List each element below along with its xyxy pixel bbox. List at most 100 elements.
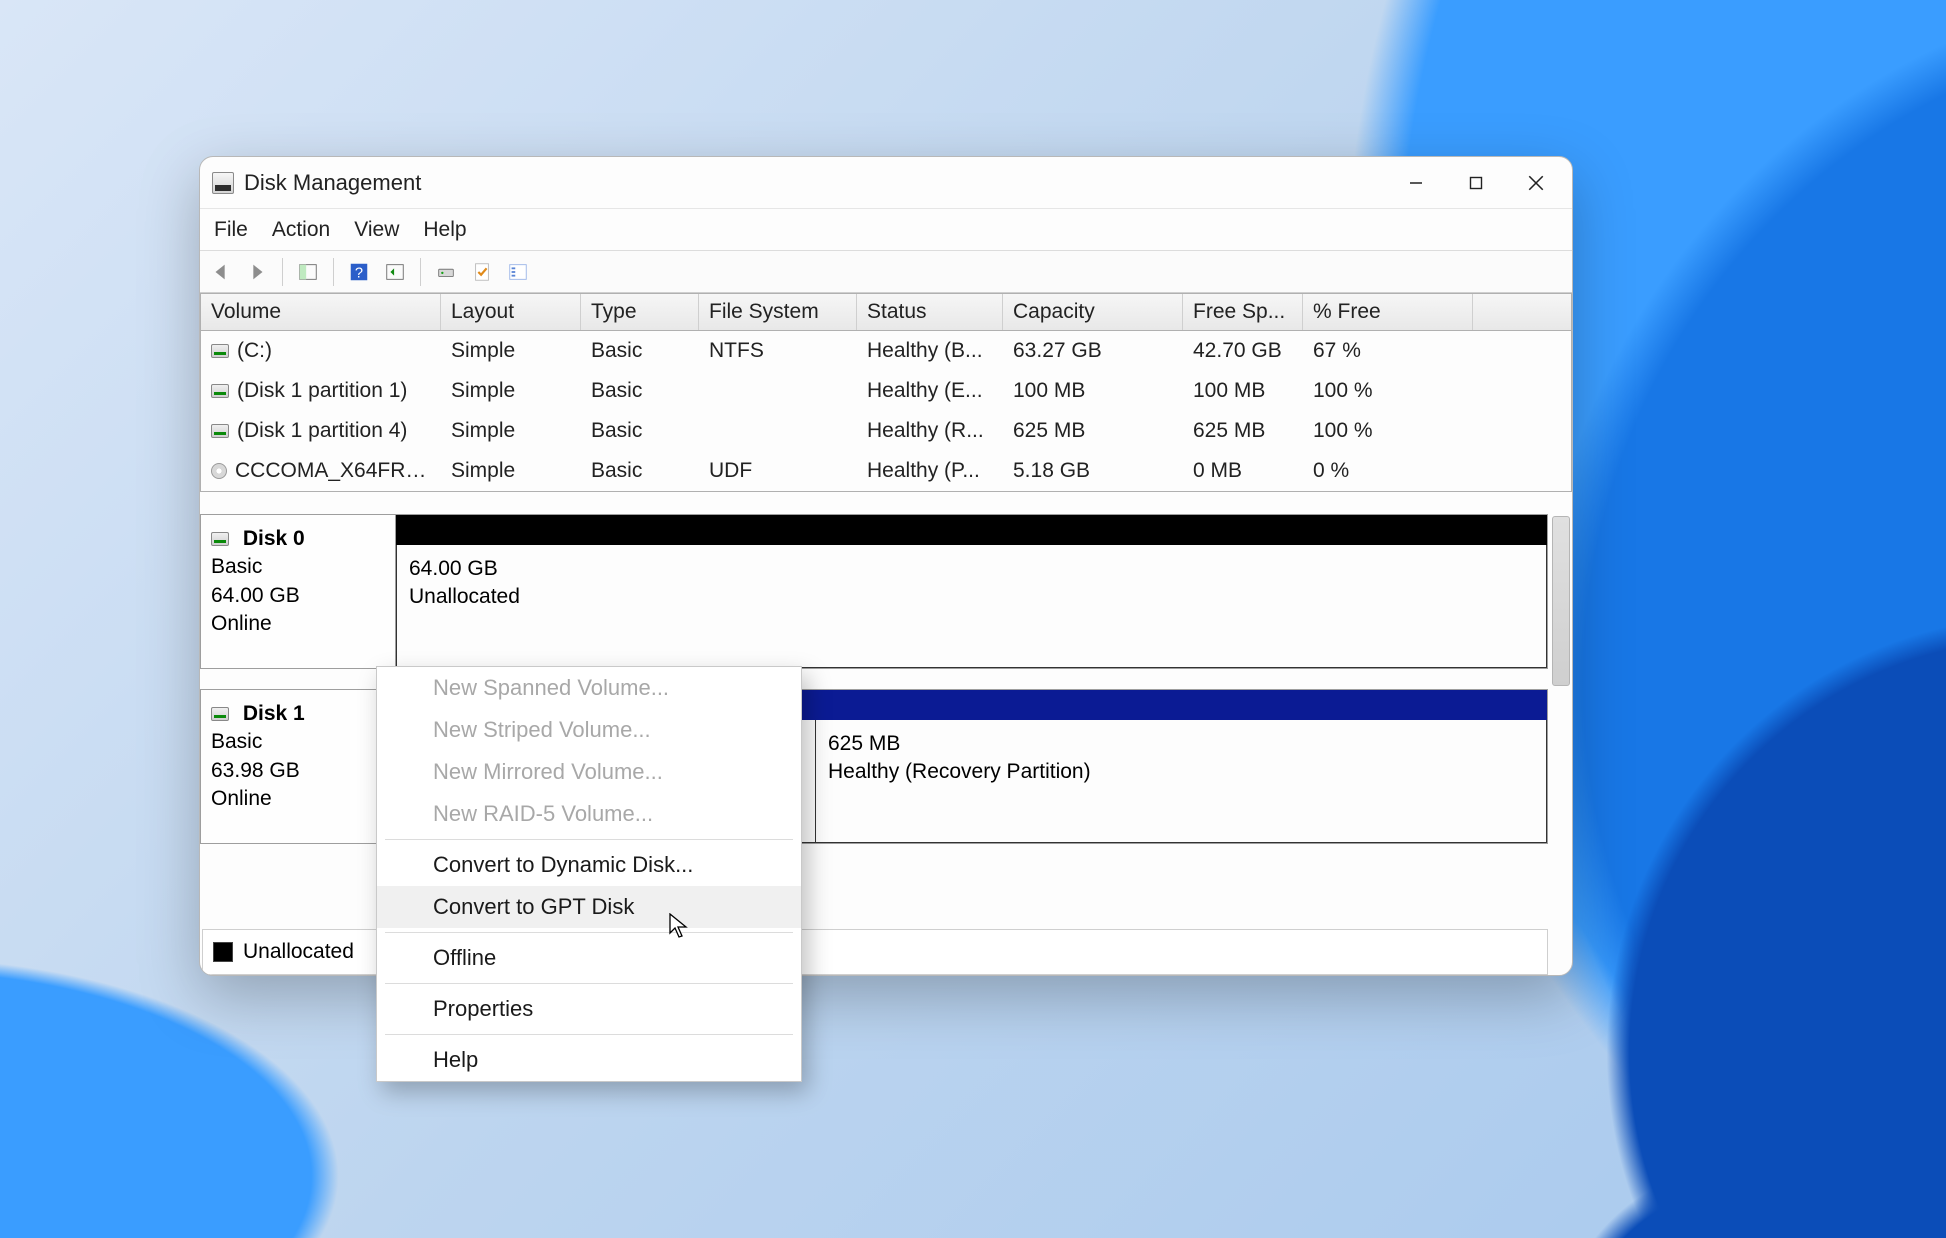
partition-size: 625 MB — [828, 732, 900, 755]
checklist-icon — [471, 261, 493, 283]
action-button-2[interactable] — [503, 257, 533, 287]
volume-status: Healthy (B... — [857, 333, 1003, 369]
ctx-separator — [385, 983, 793, 984]
col-pct[interactable]: % Free — [1303, 294, 1473, 330]
disk-1-label[interactable]: Disk 1 Basic 63.98 GB Online — [201, 690, 396, 843]
close-button[interactable] — [1506, 161, 1566, 205]
ctx-separator — [385, 839, 793, 840]
volume-fs: NTFS — [699, 333, 857, 369]
col-capacity[interactable]: Capacity — [1003, 294, 1183, 330]
legend-swatch-unallocated — [213, 942, 233, 962]
nav-back-button[interactable] — [206, 257, 236, 287]
partition-label: Unallocated — [409, 585, 520, 608]
volume-row[interactable]: (C:) Simple Basic NTFS Healthy (B... 63.… — [201, 331, 1571, 371]
partition-label: Healthy (Recovery Partition) — [828, 760, 1091, 783]
ctx-convert-gpt[interactable]: Convert to GPT Disk — [377, 886, 801, 928]
menu-help[interactable]: Help — [423, 218, 466, 242]
disk-0-size: 64.00 GB — [211, 584, 300, 607]
ctx-convert-dynamic[interactable]: Convert to Dynamic Disk... — [377, 844, 801, 886]
disk-scrollbar[interactable] — [1552, 516, 1570, 686]
col-free[interactable]: Free Sp... — [1183, 294, 1303, 330]
drive-icon — [211, 384, 229, 398]
volume-list: (C:) Simple Basic NTFS Healthy (B... 63.… — [200, 331, 1572, 492]
disk-1-size: 63.98 GB — [211, 759, 300, 782]
ctx-new-mirrored: New Mirrored Volume... — [377, 751, 801, 793]
ctx-new-raid5: New RAID-5 Volume... — [377, 793, 801, 835]
refresh-button[interactable] — [380, 257, 410, 287]
menu-action[interactable]: Action — [272, 218, 330, 242]
volume-pct: 67 % — [1303, 333, 1473, 369]
ctx-offline[interactable]: Offline — [377, 937, 801, 979]
help-icon: ? — [348, 261, 370, 283]
col-volume[interactable]: Volume — [201, 294, 441, 330]
volume-name: (C:) — [237, 339, 272, 362]
help-button[interactable]: ? — [344, 257, 374, 287]
ctx-separator — [385, 932, 793, 933]
volume-row[interactable]: (Disk 1 partition 1) Simple Basic Health… — [201, 371, 1571, 411]
partition-size: 64.00 GB — [409, 557, 498, 580]
panel-icon — [297, 261, 319, 283]
disk-1-type: Basic — [211, 730, 262, 753]
drive-icon — [211, 344, 229, 358]
settings-button[interactable] — [431, 257, 461, 287]
col-spacer — [1473, 294, 1571, 330]
ctx-new-striped: New Striped Volume... — [377, 709, 801, 751]
disk-0-state: Online — [211, 612, 272, 635]
volume-name: (Disk 1 partition 1) — [237, 379, 407, 402]
ctx-separator — [385, 1034, 793, 1035]
volume-free: 42.70 GB — [1183, 333, 1303, 369]
col-status[interactable]: Status — [857, 294, 1003, 330]
disk-0-type: Basic — [211, 555, 262, 578]
menubar: File Action View Help — [200, 209, 1572, 251]
col-filesystem[interactable]: File System — [699, 294, 857, 330]
col-layout[interactable]: Layout — [441, 294, 581, 330]
arrow-left-icon — [210, 261, 232, 283]
disk-0-header-stripe — [396, 515, 1547, 545]
volume-row[interactable]: CCCOMA_X64FRE... Simple Basic UDF Health… — [201, 451, 1571, 491]
menu-view[interactable]: View — [354, 218, 399, 242]
menu-file[interactable]: File — [214, 218, 248, 242]
show-hide-button[interactable] — [293, 257, 323, 287]
svg-text:?: ? — [355, 265, 363, 281]
maximize-button[interactable] — [1446, 161, 1506, 205]
ctx-new-spanned: New Spanned Volume... — [377, 667, 801, 709]
disk-1-state: Online — [211, 787, 272, 810]
disk-row-0[interactable]: Disk 0 Basic 64.00 GB Online 64.00 GB Un… — [200, 514, 1548, 669]
volume-layout: Simple — [441, 333, 581, 369]
drive-icon — [211, 424, 229, 438]
minimize-button[interactable] — [1386, 161, 1446, 205]
toolbar: ? — [200, 251, 1572, 293]
ctx-help[interactable]: Help — [377, 1039, 801, 1081]
context-menu: New Spanned Volume... New Striped Volume… — [376, 666, 802, 1082]
drive-icon — [435, 261, 457, 283]
ctx-properties[interactable]: Properties — [377, 988, 801, 1030]
disk-0-partition-unallocated[interactable]: 64.00 GB Unallocated — [396, 545, 1547, 668]
disc-icon — [211, 463, 227, 479]
disk-0-name: Disk 0 — [243, 527, 305, 550]
maximize-icon — [1468, 175, 1484, 191]
drive-icon — [211, 707, 229, 721]
action-button-1[interactable] — [467, 257, 497, 287]
list-icon — [507, 261, 529, 283]
refresh-icon — [384, 261, 406, 283]
arrow-right-icon — [246, 261, 268, 283]
volume-row[interactable]: (Disk 1 partition 4) Simple Basic Health… — [201, 411, 1571, 451]
mouse-cursor-icon — [669, 913, 689, 939]
disk-1-partition-recovery[interactable]: 625 MB Healthy (Recovery Partition) — [816, 720, 1547, 843]
volume-name: CCCOMA_X64FRE... — [235, 459, 437, 482]
nav-forward-button[interactable] — [242, 257, 272, 287]
titlebar[interactable]: Disk Management — [200, 157, 1572, 209]
app-icon — [212, 172, 234, 194]
disk-1-name: Disk 1 — [243, 702, 305, 725]
minimize-icon — [1408, 175, 1424, 191]
disk-0-label[interactable]: Disk 0 Basic 64.00 GB Online — [201, 515, 396, 668]
legend-unallocated: Unallocated — [243, 940, 354, 964]
col-type[interactable]: Type — [581, 294, 699, 330]
volume-cap: 63.27 GB — [1003, 333, 1183, 369]
volume-type: Basic — [581, 333, 699, 369]
close-icon — [1527, 174, 1545, 192]
volume-name: (Disk 1 partition 4) — [237, 419, 407, 442]
drive-icon — [211, 532, 229, 546]
volume-list-header: Volume Layout Type File System Status Ca… — [200, 293, 1572, 331]
window-title: Disk Management — [244, 170, 421, 196]
